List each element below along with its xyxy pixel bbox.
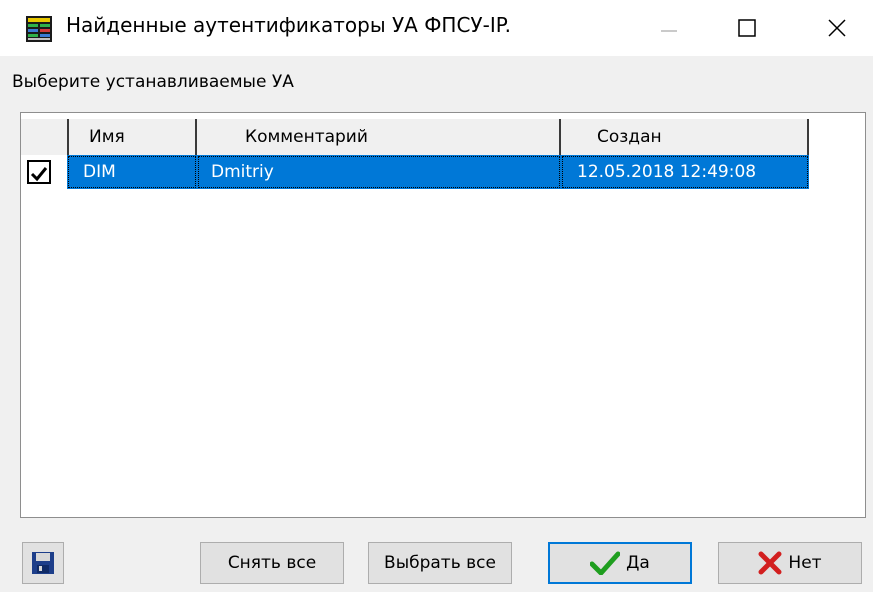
clear-all-label: Снять все [227,553,317,573]
clear-all-button[interactable]: Снять все [200,542,344,584]
list-header: Имя Комментарий Создан [21,119,809,156]
window-title: Найденные аутентификаторы УА ФПСУ-IP. [66,13,512,37]
select-all-button[interactable]: Выбрать все [368,542,512,584]
app-list-icon [26,16,52,42]
row-created: 12.05.2018 12:49:08 [561,155,809,189]
row-comment: Dmitriy [197,155,561,189]
checkmark-icon [30,167,48,182]
header-comment[interactable]: Комментарий [197,119,561,155]
header-checkbox-column[interactable] [21,119,69,155]
minimize-icon [661,30,677,32]
header-created[interactable]: Создан [561,119,809,155]
header-name[interactable]: Имя [69,119,197,155]
dialog-window: Найденные аутентификаторы УА ФПСУ-IP. Вы… [0,0,873,592]
table-row[interactable]: DIM Dmitriy 12.05.2018 12:49:08 [21,155,809,189]
no-button[interactable]: Нет [718,542,862,584]
prompt-label: Выберите устанавливаемые УА [12,72,294,92]
maximize-icon [738,19,756,37]
yes-label: Да [626,553,650,573]
row-checkbox[interactable] [27,160,51,184]
floppy-disk-icon [32,552,54,574]
select-all-label: Выбрать все [384,553,496,573]
maximize-button[interactable] [716,0,778,56]
green-check-icon [590,551,621,575]
row-name: DIM [67,155,197,189]
close-icon [828,19,846,37]
save-button[interactable] [22,542,64,584]
no-label: Нет [788,553,822,573]
close-button[interactable] [806,0,868,56]
authenticator-list[interactable]: Имя Комментарий Создан DIM Dmitriy 12.05… [20,112,866,518]
yes-button[interactable]: Да [548,542,692,584]
row-checkbox-cell[interactable] [21,155,67,189]
minimize-button[interactable] [638,0,700,56]
title-bar: Найденные аутентификаторы УА ФПСУ-IP. [0,0,873,56]
red-cross-icon [758,551,782,575]
